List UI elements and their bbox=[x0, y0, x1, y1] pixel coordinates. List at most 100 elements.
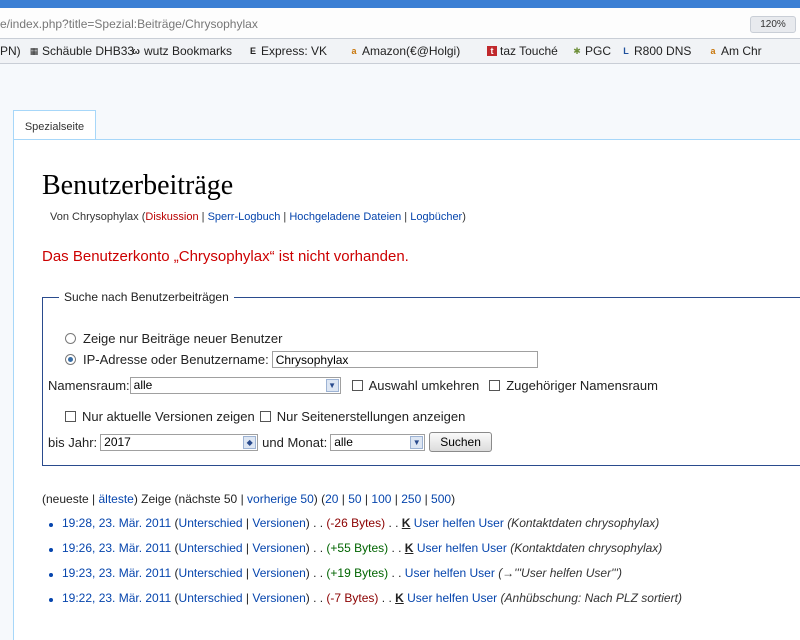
chevron-down-icon: ▼ bbox=[410, 435, 424, 449]
subline-prefix: Von Chrysophylax ( bbox=[50, 211, 146, 223]
link-diff[interactable]: Unterschied bbox=[179, 516, 243, 530]
bookmark-label: Schäuble DHB33 bbox=[42, 44, 135, 58]
bookmark-express[interactable]: E Express: VK bbox=[248, 44, 327, 58]
link-history[interactable]: Versionen bbox=[252, 591, 305, 605]
link-history[interactable]: Versionen bbox=[252, 516, 305, 530]
contrib-timestamp[interactable]: 19:23, 23. Mär. 2011 bbox=[62, 566, 171, 580]
bookmark-taz[interactable]: t taz Touché bbox=[487, 44, 558, 58]
nav-sep: | bbox=[338, 492, 349, 506]
edit-summary: (Anhübschung: Nach PLZ sortiert) bbox=[500, 591, 682, 605]
radio-row-ip-user[interactable]: IP-Adresse oder Benutzername: bbox=[65, 351, 538, 368]
radio-new-users[interactable] bbox=[65, 333, 76, 344]
contrib-sep: | bbox=[242, 566, 253, 580]
link-previous-50[interactable]: vorherige 50 bbox=[247, 492, 314, 506]
radio-new-users-label: Zeige nur Beiträge neuer Benutzer bbox=[83, 331, 283, 346]
bookmark-wutz[interactable]: ω wutz Bookmarks bbox=[131, 44, 232, 58]
l-icon: L bbox=[623, 46, 629, 56]
current-only-checkbox[interactable] bbox=[65, 411, 76, 422]
link-limit-500[interactable]: 500 bbox=[431, 492, 451, 506]
star-icon: ✱ bbox=[573, 46, 581, 56]
filters-row: Nur aktuelle Versionen zeigen Nur Seiten… bbox=[65, 409, 465, 424]
link-uploads[interactable]: Hochgeladene Dateien bbox=[289, 211, 401, 223]
link-limit-20[interactable]: 20 bbox=[325, 492, 338, 506]
subline-suffix: ) bbox=[462, 211, 466, 223]
link-page[interactable]: User helfen User bbox=[414, 516, 504, 530]
bookmarks-bar: PN) ▦ Schäuble DHB33 ω wutz Bookmarks E … bbox=[0, 39, 800, 64]
edit-summary: (Kontaktdaten chrysophylax) bbox=[510, 541, 663, 555]
invert-checkbox[interactable] bbox=[351, 380, 363, 391]
link-history[interactable]: Versionen bbox=[252, 541, 305, 555]
contrib-sep: | bbox=[242, 591, 253, 605]
contrib-paren: ) . . bbox=[305, 566, 327, 580]
invert-label: Auswahl umkehren bbox=[368, 378, 480, 393]
taz-icon: t bbox=[487, 46, 497, 56]
chevron-down-icon: ▼ bbox=[325, 379, 339, 392]
bookmark-pgc[interactable]: ✱ PGC bbox=[572, 44, 611, 58]
month-value: alle bbox=[334, 434, 353, 449]
radio-ip-user[interactable] bbox=[65, 354, 76, 365]
contrib-sep: | bbox=[242, 516, 253, 530]
bookmark-pn[interactable]: PN) bbox=[0, 44, 21, 58]
subline-sep: | bbox=[401, 211, 411, 223]
creations-only-checkbox[interactable] bbox=[259, 411, 271, 422]
username-input[interactable] bbox=[271, 351, 538, 368]
byte-change: (+55 Bytes) bbox=[326, 541, 389, 555]
list-item: 19:28, 23. Mär. 2011 (Unterschied | Vers… bbox=[42, 516, 800, 541]
pagination: (neueste | älteste) Zeige (nächste 50 | … bbox=[42, 492, 455, 506]
link-sperr-logbuch[interactable]: Sperr-Logbuch bbox=[208, 211, 281, 223]
search-button[interactable]: Suchen bbox=[429, 432, 492, 452]
contrib-paren: ( bbox=[171, 591, 179, 605]
nav-sep: | bbox=[391, 492, 402, 506]
address-bar[interactable]: e/index.php?title=Spezial:Beiträge/Chrys… bbox=[0, 8, 800, 39]
nav-text: ) ( bbox=[313, 492, 326, 506]
link-limit-250[interactable]: 250 bbox=[401, 492, 421, 506]
contributions-list: 19:28, 23. Mär. 2011 (Unterschied | Vers… bbox=[42, 516, 800, 616]
link-page[interactable]: User helfen User bbox=[405, 566, 495, 580]
namespace-select[interactable]: alle ▼ bbox=[129, 377, 341, 394]
contrib-timestamp[interactable]: 19:28, 23. Mär. 2011 bbox=[62, 516, 171, 530]
associated-checkbox[interactable] bbox=[489, 380, 501, 391]
bookmark-schaeuble[interactable]: ▦ Schäuble DHB33 bbox=[29, 44, 134, 58]
contrib-timestamp[interactable]: 19:22, 23. Mär. 2011 bbox=[62, 591, 171, 605]
page-content: Benutzerbeiträge Von Chrysophylax (Disku… bbox=[13, 139, 800, 640]
link-page[interactable]: User helfen User bbox=[417, 541, 507, 555]
link-diff[interactable]: Unterschied bbox=[179, 541, 243, 555]
year-spinner[interactable]: 2017 ◆ bbox=[100, 433, 259, 451]
year-value: 2017 bbox=[104, 434, 131, 449]
nav-sep: | bbox=[361, 492, 372, 506]
minor-edit-flag: K bbox=[404, 541, 414, 555]
link-oldest[interactable]: älteste bbox=[98, 492, 133, 506]
month-select[interactable]: alle ▼ bbox=[330, 433, 426, 451]
url-text[interactable]: e/index.php?title=Spezial:Beiträge/Chrys… bbox=[0, 17, 258, 31]
calendar-icon: ▦ bbox=[29, 46, 39, 56]
bookmark-amazon[interactable]: a Amazon(€@Holgi) bbox=[349, 44, 460, 58]
link-page[interactable]: User helfen User bbox=[407, 591, 497, 605]
namespace-value: alle bbox=[133, 378, 153, 392]
radio-row-new-users[interactable]: Zeige nur Beiträge neuer Benutzer bbox=[65, 331, 282, 346]
byte-change: (-7 Bytes) bbox=[326, 591, 379, 605]
list-item: 19:22, 23. Mär. 2011 (Unterschied | Vers… bbox=[42, 591, 800, 616]
nav-text: ) bbox=[451, 492, 456, 506]
link-limit-100[interactable]: 100 bbox=[371, 492, 391, 506]
list-item: 19:26, 23. Mär. 2011 (Unterschied | Vers… bbox=[42, 541, 800, 566]
zoom-indicator[interactable]: 120% bbox=[750, 16, 796, 33]
glasses-icon: ω bbox=[132, 46, 140, 56]
nav-text: (neueste | bbox=[42, 492, 99, 506]
link-logbuecher[interactable]: Logbücher bbox=[410, 211, 462, 223]
link-limit-50[interactable]: 50 bbox=[348, 492, 361, 506]
bookmark-label: Am Chr bbox=[721, 44, 762, 58]
bookmark-am-chr[interactable]: a Am Chr bbox=[708, 44, 762, 58]
subline-sep: | bbox=[198, 211, 208, 223]
bookmark-r800[interactable]: L R800 DNS bbox=[621, 44, 691, 58]
tab-special-page[interactable]: Spezialseite bbox=[13, 110, 96, 140]
contrib-sep: . . bbox=[378, 591, 396, 605]
link-diff[interactable]: Unterschied bbox=[179, 566, 243, 580]
link-history[interactable]: Versionen bbox=[252, 566, 305, 580]
link-diff[interactable]: Unterschied bbox=[179, 591, 243, 605]
month-label: und Monat: bbox=[262, 434, 328, 450]
contrib-timestamp[interactable]: 19:26, 23. Mär. 2011 bbox=[62, 541, 171, 555]
link-diskussion[interactable]: Diskussion bbox=[145, 211, 198, 223]
bookmark-label: wutz Bookmarks bbox=[144, 44, 233, 58]
amazon-icon: a bbox=[351, 46, 357, 56]
contrib-paren: ( bbox=[171, 541, 179, 555]
